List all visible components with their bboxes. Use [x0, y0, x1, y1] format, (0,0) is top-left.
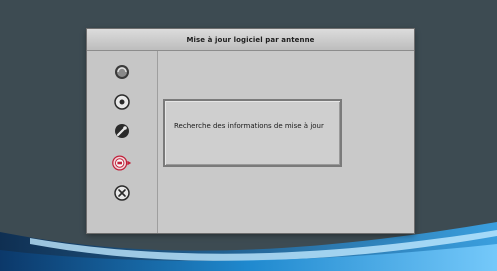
status-message: Recherche des informations de mise à jou…: [174, 122, 324, 130]
tools-settings-icon[interactable]: [114, 185, 130, 201]
software-update-icon[interactable]: [112, 153, 132, 173]
radio-target-icon[interactable]: [114, 94, 130, 110]
content-area: Recherche des informations de mise à jou…: [158, 51, 414, 233]
satellite-dish-icon[interactable]: [114, 64, 130, 80]
status-message-box: Recherche des informations de mise à jou…: [163, 99, 342, 167]
wrench-icon[interactable]: [114, 123, 130, 139]
title-bar: Mise à jour logiciel par antenne: [87, 29, 414, 51]
update-dialog: Mise à jour logiciel par antenne Recherc…: [87, 29, 414, 233]
dialog-title: Mise à jour logiciel par antenne: [186, 35, 315, 44]
menu-icon-column: [87, 51, 158, 233]
